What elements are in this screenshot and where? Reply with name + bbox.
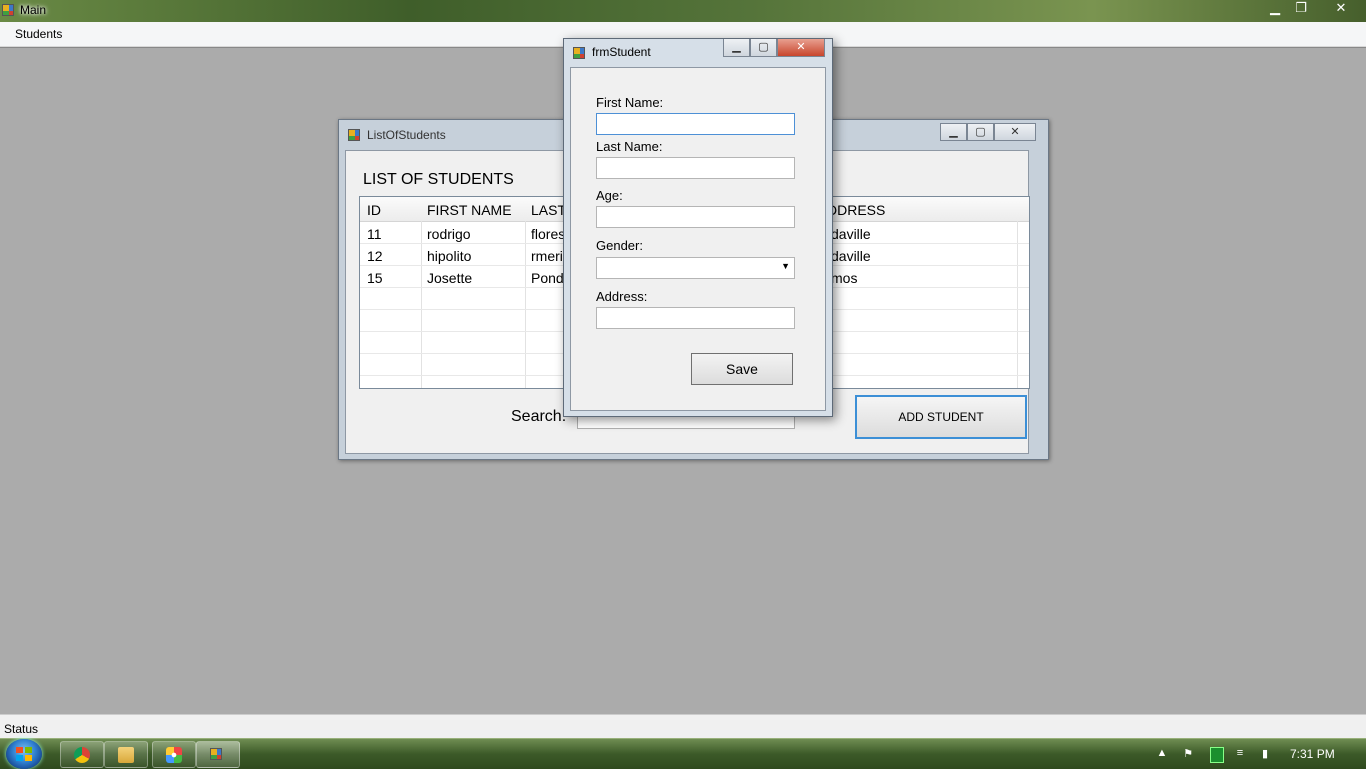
- taskbar-main-app[interactable]: [196, 741, 240, 768]
- address-label: Address:: [596, 289, 648, 304]
- taskbar-clock[interactable]: 7:31 PM: [1290, 747, 1335, 761]
- minimize-icon: ▁: [1270, 0, 1280, 15]
- student-form-dialog: frmStudent ▁ ▢ ✕ First Name: Last Name: …: [563, 38, 833, 417]
- cell-first-name: Josette: [427, 270, 473, 286]
- age-label: Age:: [596, 188, 623, 203]
- maximize-icon: ▢: [758, 41, 769, 53]
- main-restore-button[interactable]: ❐: [1288, 0, 1314, 18]
- cell-address: daville: [831, 226, 871, 242]
- dialog-body: First Name: Last Name: Age: Gender: ▼ Ad…: [570, 67, 826, 411]
- close-icon: ✕: [1335, 0, 1347, 15]
- restore-icon: ❐: [1295, 0, 1307, 15]
- minimize-icon: ▁: [949, 126, 958, 138]
- taskbar: ▲ ⚑ ≡ ▮ 7:31 PM: [0, 738, 1366, 769]
- close-icon: ✕: [796, 41, 806, 53]
- cell-first-name: hipolito: [427, 248, 472, 264]
- minimize-icon: ▁: [732, 41, 741, 53]
- add-student-button[interactable]: ADD STUDENT: [855, 395, 1027, 439]
- column-header-id[interactable]: ID: [367, 202, 381, 218]
- last-name-input[interactable]: [596, 157, 795, 179]
- app-icon: [2, 4, 14, 16]
- cell-id: 15: [367, 270, 383, 286]
- taskbar-chrome[interactable]: [60, 741, 104, 768]
- app-icon: [348, 129, 360, 141]
- first-name-input[interactable]: [596, 113, 795, 135]
- main-close-button[interactable]: ✕: [1324, 0, 1358, 18]
- column-header-last-name[interactable]: LAST: [531, 202, 566, 218]
- cell-first-name: rodrigo: [427, 226, 471, 242]
- taskbar-explorer[interactable]: [104, 741, 148, 768]
- windows-start-icon: [16, 747, 32, 761]
- cell-id: 12: [367, 248, 383, 264]
- grid-divider: [1017, 221, 1018, 388]
- gender-select[interactable]: ▼: [596, 257, 795, 279]
- close-icon: ✕: [1010, 126, 1020, 138]
- action-center-icon[interactable]: ⚑: [1182, 747, 1194, 761]
- list-minimize-button[interactable]: ▁: [940, 123, 967, 141]
- cell-last-name: rmeri: [531, 248, 563, 264]
- media-player-icon: [166, 747, 182, 763]
- chevron-down-icon[interactable]: ▼: [781, 261, 790, 271]
- grid-divider: [421, 221, 422, 388]
- maximize-icon: ▢: [975, 126, 986, 138]
- folder-icon: [118, 747, 134, 763]
- network-icon[interactable]: ≡: [1234, 747, 1246, 761]
- battery-icon[interactable]: ▮: [1259, 747, 1271, 761]
- grid-divider: [525, 221, 526, 388]
- dialog-maximize-button[interactable]: ▢: [750, 39, 777, 57]
- main-window-title: Main: [20, 3, 47, 17]
- address-input[interactable]: [596, 307, 795, 329]
- save-button[interactable]: Save: [691, 353, 793, 385]
- start-button[interactable]: [6, 739, 42, 769]
- dialog-close-button[interactable]: ✕: [777, 39, 825, 57]
- chrome-icon: [74, 747, 90, 763]
- main-titlebar: Main ▁ ❐ ✕: [0, 0, 1366, 22]
- app-tray-icon[interactable]: [1210, 747, 1224, 763]
- cell-address: mos: [831, 270, 858, 286]
- age-input[interactable]: [596, 206, 795, 228]
- cell-id: 11: [367, 226, 382, 242]
- taskbar-media-player[interactable]: [152, 741, 196, 768]
- status-bar: Status: [0, 714, 1366, 739]
- last-name-label: Last Name:: [596, 139, 663, 154]
- menu-item-students[interactable]: Students: [15, 27, 62, 41]
- list-close-button[interactable]: ✕: [994, 123, 1036, 141]
- column-header-address[interactable]: DDRESS: [827, 202, 885, 218]
- cell-last-name: Pond: [531, 270, 564, 286]
- gender-label: Gender:: [596, 238, 643, 253]
- list-heading: LIST OF STUDENTS: [363, 171, 514, 188]
- status-text: Status: [4, 722, 39, 736]
- app-icon: [210, 748, 222, 760]
- app-icon: [573, 47, 585, 59]
- dialog-minimize-button[interactable]: ▁: [723, 39, 750, 57]
- show-hidden-icons[interactable]: ▲: [1156, 747, 1168, 761]
- search-label: Search:: [511, 408, 567, 425]
- column-header-first-name[interactable]: FIRST NAME: [427, 202, 512, 218]
- cell-address: daville: [831, 248, 871, 264]
- list-window-title: ListOfStudents: [367, 128, 446, 142]
- cell-last-name: flores: [531, 226, 566, 242]
- list-maximize-button[interactable]: ▢: [967, 123, 994, 141]
- dialog-title: frmStudent: [592, 45, 651, 59]
- first-name-label: First Name:: [596, 95, 664, 110]
- main-minimize-button[interactable]: ▁: [1262, 0, 1288, 18]
